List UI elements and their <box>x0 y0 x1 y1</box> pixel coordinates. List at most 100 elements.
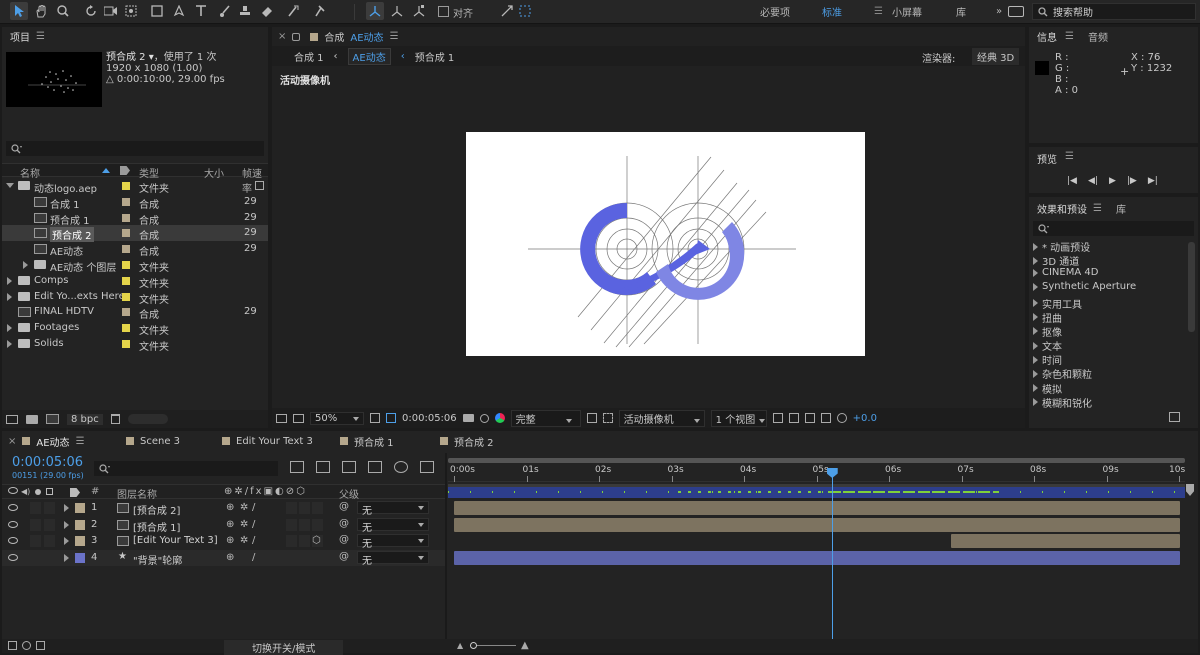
snapshot-icon[interactable] <box>462 414 474 422</box>
chevron-right-icon[interactable] <box>7 276 12 285</box>
shy-switch-icon[interactable]: ⊕ <box>226 502 234 513</box>
fast-preview-icon[interactable] <box>788 413 799 423</box>
chevron-down-icon[interactable] <box>6 183 14 188</box>
pickwhip-icon[interactable]: @ <box>339 551 349 562</box>
layer-duration-bar[interactable] <box>950 534 1180 548</box>
label-swatch[interactable] <box>122 261 130 269</box>
panel-menu-icon[interactable]: ☰ <box>76 436 85 447</box>
timeline-timecode[interactable]: 0:00:05:06 <box>12 455 83 470</box>
selection-tool-icon[interactable] <box>10 2 28 20</box>
toggle-pixel-icon[interactable] <box>772 413 783 423</box>
snap-icon[interactable] <box>498 2 516 20</box>
collapse-switch-icon[interactable]: ✲ <box>240 502 248 513</box>
label-swatch[interactable] <box>122 245 130 254</box>
eraser-tool-icon[interactable] <box>258 2 276 20</box>
flowchart-icon[interactable] <box>820 413 831 423</box>
panel-menu-icon[interactable]: ☰ <box>36 31 45 42</box>
parent-dropdown[interactable]: 无 <box>357 550 429 567</box>
chevron-right-icon[interactable] <box>7 292 12 301</box>
tab-info[interactable]: 信息 <box>1037 29 1057 44</box>
layer-label-swatch[interactable] <box>75 503 85 513</box>
project-item[interactable]: 预合成 2 合成 29 <box>2 225 268 243</box>
project-item[interactable]: Edit Yo...exts Here 文件夹 <box>2 289 268 306</box>
project-item[interactable]: 预合成 1 合成 29 <box>2 210 268 227</box>
roto-brush-icon[interactable] <box>284 2 302 20</box>
switch-box[interactable] <box>286 535 297 547</box>
resolution-dropdown[interactable]: 完整 <box>510 409 581 427</box>
effects-category[interactable]: 扭曲 <box>1033 310 1062 325</box>
chevron-right-icon[interactable] <box>64 504 69 512</box>
chevron-right-icon[interactable] <box>7 324 12 333</box>
visibility-eye-icon[interactable] <box>8 504 18 511</box>
region-of-interest-icon[interactable] <box>586 413 597 423</box>
layer-row[interactable]: 2 [预合成 1] ⊕ ✲ / @ 无 <box>2 517 445 534</box>
frame-blending-icon[interactable] <box>368 461 382 473</box>
effects-category[interactable]: * 动画预设 <box>1033 239 1090 254</box>
visibility-eye-icon[interactable] <box>8 487 18 494</box>
monitor-icon[interactable] <box>293 413 304 423</box>
axis-world-icon[interactable] <box>388 2 406 20</box>
label-swatch[interactable] <box>122 229 130 238</box>
layer-label-swatch[interactable] <box>75 552 85 563</box>
switch-box[interactable] <box>299 535 310 547</box>
project-comp-name[interactable]: 预合成 2 ▾ <box>106 52 154 63</box>
lock-column-icon[interactable] <box>46 488 53 495</box>
transparency-grid-icon[interactable] <box>602 413 613 423</box>
hand-tool-icon[interactable] <box>32 2 50 20</box>
label-swatch[interactable] <box>122 324 130 333</box>
effects-category[interactable]: 3D 通道 <box>1033 253 1079 268</box>
solo-icon[interactable] <box>35 489 41 495</box>
viewer-menu-icon[interactable]: ☰ <box>390 31 399 42</box>
track-area[interactable] <box>448 500 1185 570</box>
shy-switch-icon[interactable]: ⊕ <box>226 535 234 546</box>
help-search-box[interactable]: 搜索帮助 <box>1032 3 1196 20</box>
expand-icon[interactable] <box>8 641 17 650</box>
mask-visibility-icon[interactable] <box>386 413 396 423</box>
parent-dropdown[interactable]: 无 <box>357 517 429 534</box>
layer-row[interactable]: 4 ★ "背景"轮廓 ⊕ / @ 无 <box>2 549 445 567</box>
switch-box[interactable] <box>312 518 323 531</box>
project-item[interactable]: Solids 文件夹 <box>2 336 268 353</box>
trash-icon[interactable] <box>110 414 120 424</box>
audio-toggle[interactable] <box>30 535 41 547</box>
brush-tool-icon[interactable] <box>216 2 234 20</box>
audio-toggle[interactable] <box>30 518 41 531</box>
switch-box[interactable] <box>312 551 323 564</box>
timeline-tab[interactable]: Edit Your Text 3 <box>208 431 326 451</box>
exposure-value[interactable]: +0.0 <box>853 413 877 424</box>
sort-asc-icon[interactable] <box>102 168 110 173</box>
switch-box[interactable] <box>286 518 297 531</box>
bpc-button[interactable]: 8 bpc <box>67 413 103 425</box>
layer-duration-bar[interactable] <box>454 517 1180 532</box>
effects-search-input[interactable] <box>1033 221 1194 236</box>
lock-icon[interactable] <box>292 32 301 41</box>
audio-icon[interactable]: ◀) <box>21 487 30 496</box>
panel-toggle-icon[interactable] <box>1008 6 1024 17</box>
effects-new-icon[interactable] <box>1169 412 1180 422</box>
chevron-right-icon[interactable] <box>64 553 69 562</box>
transfer-icon[interactable] <box>22 641 31 650</box>
rectangle-tool-icon[interactable] <box>148 2 166 20</box>
timeline-tab[interactable]: 预合成 1 <box>326 431 426 451</box>
layer-label-swatch[interactable] <box>75 536 85 546</box>
label-swatch[interactable] <box>122 308 130 317</box>
audio-toggle[interactable] <box>30 551 41 564</box>
chevron-right-icon[interactable] <box>7 340 12 348</box>
label-swatch[interactable] <box>122 197 130 206</box>
new-folder-icon[interactable] <box>26 414 38 424</box>
layer-name[interactable]: [Edit Your Text 3] <box>133 535 218 546</box>
tab-effects-presets[interactable]: 效果和预设 <box>1037 201 1087 216</box>
switch-box[interactable] <box>312 502 323 514</box>
workspace-standard[interactable]: 标准 <box>822 4 874 19</box>
effects-category[interactable]: 文本 <box>1033 338 1062 353</box>
visibility-eye-icon[interactable] <box>8 553 18 561</box>
project-search-input[interactable] <box>6 141 264 156</box>
show-snapshot-icon[interactable] <box>479 413 489 423</box>
clone-stamp-icon[interactable] <box>236 2 254 20</box>
layer-name-header[interactable]: 图层名称 <box>117 486 157 501</box>
effects-category[interactable]: 时间 <box>1033 352 1062 367</box>
project-item[interactable]: AE动态 个图层 文件夹 <box>2 257 268 274</box>
preview-title[interactable]: 预览 <box>1037 151 1057 166</box>
pickwhip-icon[interactable]: @ <box>339 518 349 529</box>
flowchart-icon[interactable] <box>255 181 264 190</box>
